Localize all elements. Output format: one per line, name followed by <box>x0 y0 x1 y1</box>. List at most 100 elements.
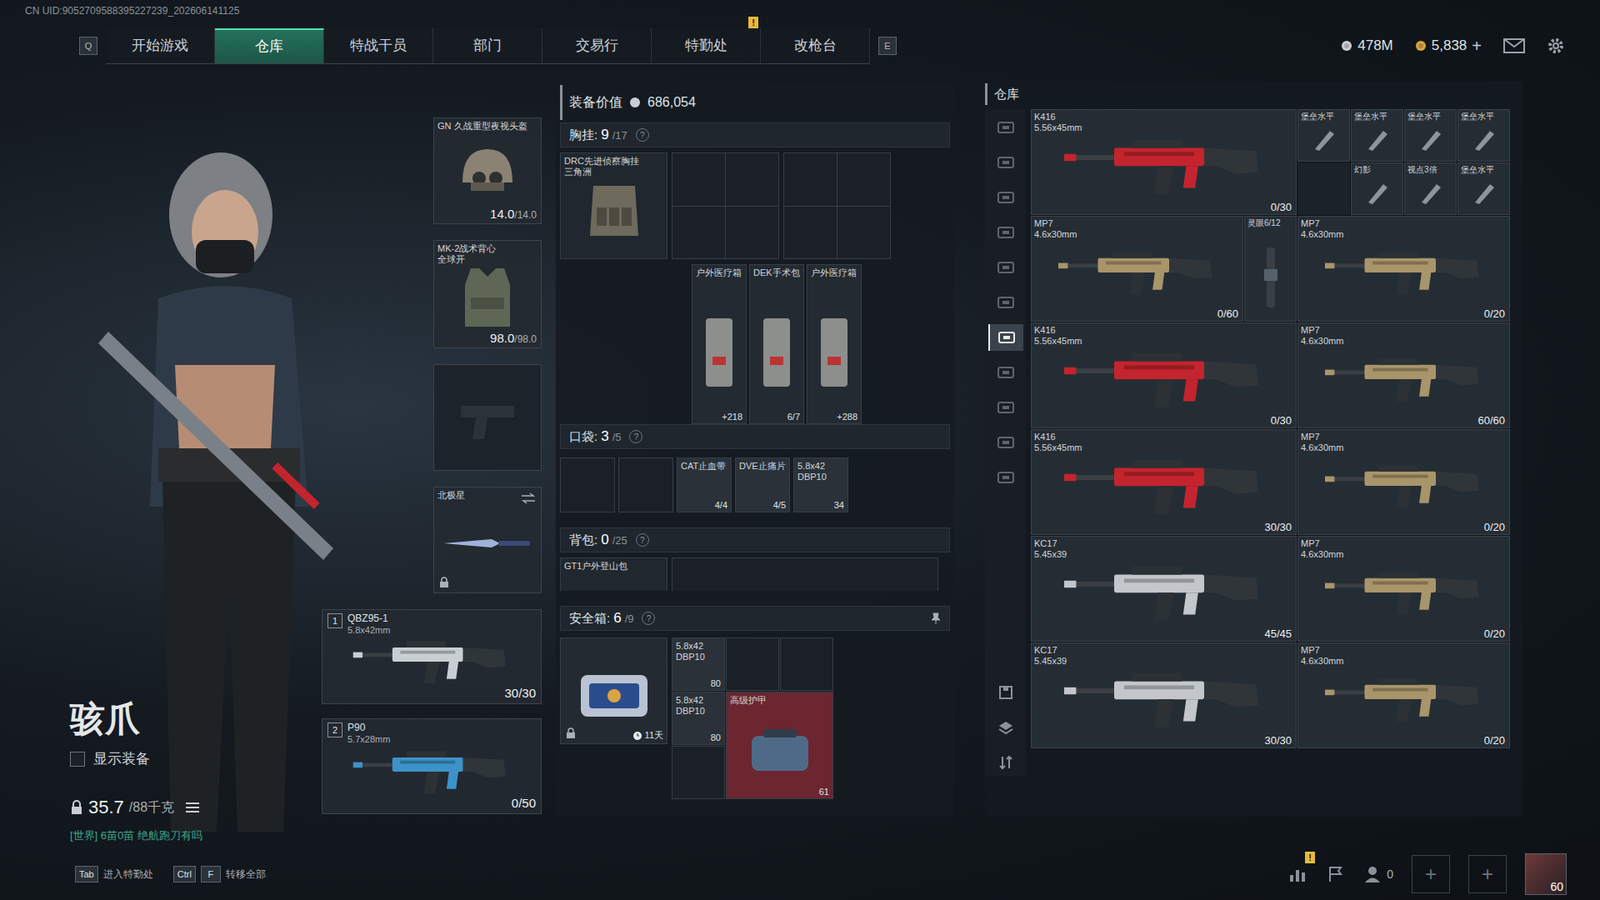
attachment-item[interactable]: 堡垒水平 <box>1350 109 1404 162</box>
carry-weight: 35.7/88千克 <box>70 796 322 819</box>
chest-rig-item[interactable]: DRC先进侦察胸挂三角洲 <box>560 152 668 260</box>
warehouse-title: 仓库 <box>985 83 1523 105</box>
weapon-slot[interactable]: 1 QBZ95-15.8x42mm 30/30 <box>321 609 542 705</box>
add-currency-button[interactable]: + <box>1471 36 1482 56</box>
attachment-item[interactable]: 堡垒水平 <box>1457 162 1510 215</box>
weapon-item[interactable]: MP74.6x30mm 0/20 <box>1297 535 1510 642</box>
pocket-item[interactable]: DVE止痛片 4/5 <box>735 457 790 513</box>
weapon-slot[interactable]: 2 P905.7x28mm 0/50 <box>321 718 542 814</box>
nav-next-key[interactable]: E <box>878 36 897 55</box>
warehouse-tab[interactable] <box>989 219 1023 246</box>
warehouse-tab[interactable] <box>989 289 1023 316</box>
list-icon[interactable] <box>185 801 200 814</box>
friends-button[interactable]: 0 <box>1363 865 1394 884</box>
warehouse-tab[interactable] <box>988 324 1024 351</box>
attachment-item[interactable]: 堡垒水平 <box>1457 109 1510 162</box>
weapon-item[interactable]: MP74.6x30mm 60/60 <box>1297 322 1510 429</box>
warehouse-tab[interactable] <box>989 149 1023 176</box>
help-icon[interactable]: ? <box>629 430 643 444</box>
chat-line: [世界] 6苗0苗 绝航跑刀有吗 <box>70 828 322 844</box>
help-icon[interactable]: ? <box>635 128 650 142</box>
weapon-item[interactable]: K4165.56x45mm 30/30 <box>1030 429 1297 535</box>
nav-tab[interactable]: 交易行 <box>542 28 652 64</box>
add-slot-button[interactable]: + <box>1468 855 1507 894</box>
nav-tab[interactable]: 改枪台 <box>760 28 870 64</box>
medical-item[interactable]: DEK手术包 6/7 <box>749 264 805 425</box>
nav-tab[interactable]: 特战干员 <box>324 28 434 64</box>
warehouse-tab[interactable] <box>989 254 1023 281</box>
nav-tab[interactable]: 部门 <box>433 28 543 64</box>
weapon-item[interactable]: MP74.6x30mm 0/60 <box>1030 215 1244 322</box>
scope-item[interactable]: 灵眼6/12 <box>1244 215 1297 322</box>
nav-tab[interactable]: 仓库 <box>215 28 325 64</box>
key-hint[interactable]: CtrlF 转移全部 <box>173 865 266 883</box>
empty-slot[interactable] <box>783 152 891 260</box>
warehouse-tab[interactable] <box>989 184 1023 211</box>
weapon-item[interactable]: K4165.56x45mm 0/30 <box>1030 322 1297 429</box>
attachment-item[interactable]: 堡垒水平 <box>1404 109 1457 162</box>
warehouse-tab[interactable] <box>989 114 1023 141</box>
attachment-item[interactable]: 幻影 <box>1350 162 1404 215</box>
pocket-item[interactable]: CAT止血带 4/4 <box>676 457 732 513</box>
settings-gear-icon[interactable] <box>1546 36 1565 55</box>
empty-slot[interactable] <box>618 457 674 513</box>
weapon-item[interactable]: K4165.56x45mm 0/30 <box>1030 109 1297 215</box>
case-icon <box>576 666 652 725</box>
weapon-item[interactable]: MP74.6x30mm 0/20 <box>1297 429 1510 535</box>
warehouse-tab[interactable] <box>989 464 1023 491</box>
key-hint[interactable]: Tab 进入特勤处 <box>75 865 154 883</box>
pocket-item[interactable]: 5.8x42DBP10 34 <box>793 457 849 513</box>
show-equipment-toggle[interactable]: 显示装备 <box>70 749 322 769</box>
empty-slot[interactable] <box>725 637 780 691</box>
empty-slot[interactable] <box>780 637 834 691</box>
med-kit-icon <box>702 315 736 390</box>
empty-slot[interactable] <box>560 457 615 513</box>
safe-item[interactable]: 高级护甲 61 <box>725 691 834 800</box>
nav-tab[interactable]: 特勤处 ! <box>651 28 761 64</box>
currency: 5,838 + <box>1415 36 1482 56</box>
empty-slot[interactable] <box>671 745 725 800</box>
safe-item[interactable]: 5.8x42DBP10 80 <box>671 691 725 745</box>
medical-item[interactable]: 户外医疗箱 +218 <box>691 264 747 425</box>
empty-cell[interactable] <box>1297 162 1350 215</box>
nav-tab[interactable]: 开始游戏 <box>105 28 215 64</box>
pin-icon[interactable] <box>930 612 941 625</box>
checkbox[interactable] <box>70 751 85 767</box>
safe-item[interactable]: 5.8x42DBP10 80 <box>671 637 725 691</box>
storage-tab-icon <box>996 190 1015 205</box>
warehouse-tool[interactable] <box>989 714 1023 741</box>
armor-slot[interactable]: MK-2战术背心全球开 98.0/98.0 <box>433 240 542 349</box>
backpack-item[interactable]: GT1户外登山包 <box>560 557 668 591</box>
warehouse-tab[interactable] <box>989 429 1023 456</box>
pistol-slot[interactable] <box>433 364 542 471</box>
warehouse-tool[interactable] <box>989 679 1023 706</box>
player-avatar[interactable]: 60 <box>1525 853 1567 895</box>
storage-tab-icon <box>997 330 1016 345</box>
add-slot-button[interactable]: + <box>1411 855 1450 894</box>
weapon-icon <box>1064 663 1265 734</box>
attachment-item[interactable]: 堡垒水平 <box>1297 109 1350 162</box>
safe-box-case[interactable]: 11天 <box>560 637 668 745</box>
empty-slot[interactable] <box>671 152 780 260</box>
flag-button[interactable] <box>1326 865 1345 884</box>
weapon-item[interactable]: MP74.6x30mm 0/20 <box>1297 642 1510 749</box>
mail-icon[interactable] <box>1503 38 1525 54</box>
backpack-space <box>671 557 939 591</box>
character-name: 骇爪 <box>70 695 322 743</box>
stats-button[interactable]: ! <box>1288 865 1309 884</box>
help-icon[interactable]: ? <box>635 533 650 547</box>
swap-icon[interactable] <box>520 492 536 505</box>
warehouse-tab[interactable] <box>989 394 1023 421</box>
medical-item[interactable]: 户外医疗箱 +288 <box>806 264 862 425</box>
helmet-slot[interactable]: GN 久战重型夜视头盔 14.0/14.0 <box>433 117 542 225</box>
helmet-icon <box>454 145 521 204</box>
help-icon[interactable]: ? <box>641 611 655 625</box>
warehouse-tab[interactable] <box>989 359 1023 386</box>
weapon-item[interactable]: KC175.45x39 30/30 <box>1030 642 1297 749</box>
melee-slot[interactable]: 北极星 <box>433 486 542 594</box>
warehouse-tool[interactable] <box>989 749 1023 776</box>
weapon-item[interactable]: MP74.6x30mm 0/20 <box>1297 215 1510 322</box>
weapon-item[interactable]: KC175.45x39 45/45 <box>1030 535 1297 642</box>
attachment-item[interactable]: 视点3倍 <box>1404 162 1457 215</box>
nav-prev-key[interactable]: Q <box>79 36 98 55</box>
